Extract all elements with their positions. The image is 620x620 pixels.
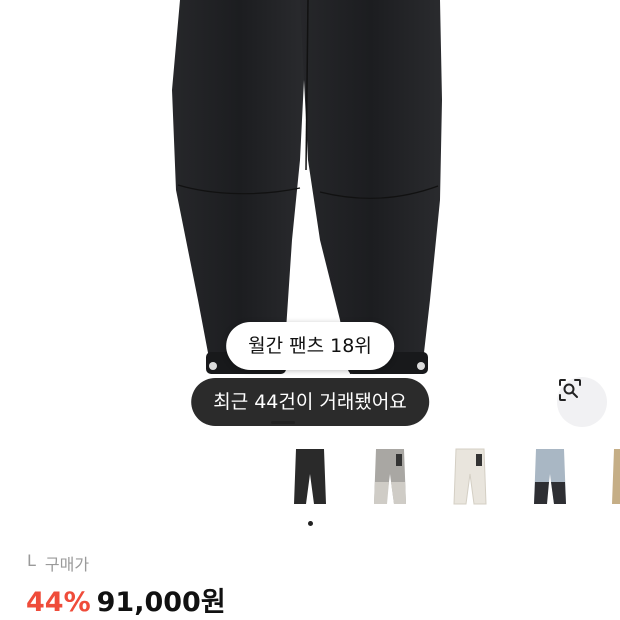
thumbnail-grey-pants <box>374 449 406 504</box>
image-search-button[interactable] <box>557 377 607 427</box>
thumbnail-black[interactable] <box>280 444 340 514</box>
thumbnail-grey[interactable] <box>360 444 420 514</box>
price-row: 44% 91,000원 <box>26 580 226 619</box>
thumbnail-selected-dot <box>308 521 313 526</box>
image-search-icon <box>559 379 581 401</box>
thumbnail-blue-grey[interactable] <box>520 444 580 514</box>
sale-price: 91,000원 <box>96 587 226 618</box>
option-row: L 구매가 <box>27 551 89 575</box>
image-page-indicator <box>271 421 295 424</box>
size-label: L <box>27 551 36 570</box>
recent-trades-badge: 최근 44건이 거래됐어요 <box>191 378 429 426</box>
thumbnail-beige[interactable] <box>598 444 620 514</box>
thumbnail-beige-pants <box>612 449 620 504</box>
purchase-price-label: 구매가 <box>44 555 90 574</box>
thumbnail-cream-pants <box>453 448 487 505</box>
discount-rate: 44% <box>26 587 91 618</box>
thumbnail-black-pants <box>294 449 326 504</box>
product-image[interactable]: 월간 팬츠 18위 최근 44건이 거래됐어요 <box>0 0 620 430</box>
thumbnail-blue-grey-pants <box>534 449 566 504</box>
thumbnail-cream[interactable] <box>440 444 500 514</box>
color-thumbnail-strip <box>0 440 620 520</box>
monthly-rank-badge: 월간 팬츠 18위 <box>226 322 394 370</box>
